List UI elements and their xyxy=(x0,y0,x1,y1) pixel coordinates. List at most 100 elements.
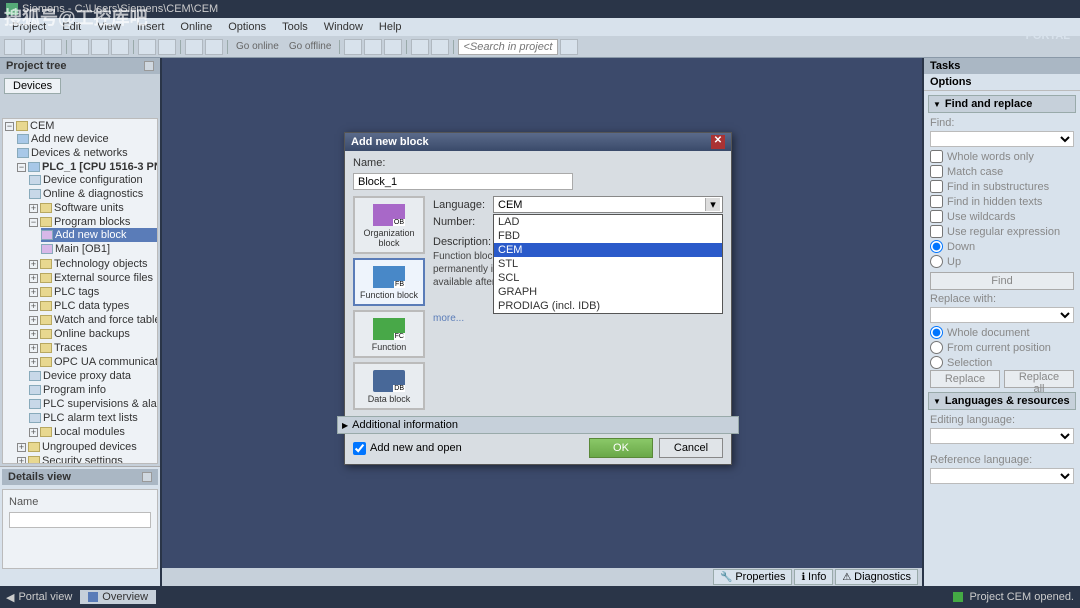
tb-redo-icon[interactable] xyxy=(158,39,176,55)
type-fb[interactable]: Function block xyxy=(353,258,425,306)
tb-cut-icon[interactable] xyxy=(71,39,89,55)
radio-selection[interactable] xyxy=(930,356,943,369)
tree-tech-obj[interactable]: +Technology objects xyxy=(29,257,157,271)
dd-prodiag[interactable]: PRODIAG (incl. IDB) xyxy=(494,299,722,313)
tb-go-offline[interactable]: Go offline xyxy=(285,41,336,52)
tb-undo-icon[interactable] xyxy=(138,39,156,55)
menu-project[interactable]: Project xyxy=(4,21,54,33)
project-search-input[interactable] xyxy=(458,39,558,55)
type-db[interactable]: Data block xyxy=(353,362,425,410)
tree-online-diag[interactable]: Online & diagnostics xyxy=(29,187,157,201)
tree-devnet[interactable]: Devices & networks xyxy=(17,146,157,160)
dv-collapse-icon[interactable] xyxy=(142,472,152,482)
overview-tab[interactable]: Overview xyxy=(80,590,156,604)
tb-btn-d-icon[interactable] xyxy=(411,39,429,55)
tb-paste-icon[interactable] xyxy=(111,39,129,55)
chk-match-case[interactable] xyxy=(930,165,943,178)
language-select[interactable]: CEM LAD FBD CEM STL SCL GRAPH PRODIAG (i… xyxy=(493,196,723,213)
tree-plc-tags[interactable]: +PLC tags xyxy=(29,285,157,299)
close-icon[interactable]: ✕ xyxy=(711,135,725,149)
tb-btn-c-icon[interactable] xyxy=(384,39,402,55)
radio-from-cur[interactable] xyxy=(930,341,943,354)
menu-options[interactable]: Options xyxy=(220,21,274,33)
tab-properties[interactable]: 🔧 Properties xyxy=(713,569,792,585)
tree-ungrouped[interactable]: +Ungrouped devices xyxy=(17,440,157,454)
tb-btn-e-icon[interactable] xyxy=(431,39,449,55)
tree-main[interactable]: Main [OB1] xyxy=(41,242,157,256)
tb-btn-b-icon[interactable] xyxy=(364,39,382,55)
menu-help[interactable]: Help xyxy=(371,21,410,33)
menu-online[interactable]: Online xyxy=(172,21,220,33)
tree-root[interactable]: −CEM Add new device Devices & networks −… xyxy=(5,119,157,464)
radio-down[interactable] xyxy=(930,240,943,253)
tb-search-icon[interactable] xyxy=(560,39,578,55)
tb-upload-icon[interactable] xyxy=(205,39,223,55)
dd-scl[interactable]: SCL xyxy=(494,271,722,285)
tree-security[interactable]: +Security settings xyxy=(17,454,157,464)
tree-proxy[interactable]: Device proxy data xyxy=(29,369,157,383)
find-button[interactable]: Find xyxy=(930,272,1074,290)
dd-lad[interactable]: LAD xyxy=(494,215,722,229)
chk-add-open[interactable] xyxy=(353,442,366,455)
tab-diagnostics[interactable]: ⚠ Diagnostics xyxy=(835,569,918,585)
tree-traces[interactable]: +Traces xyxy=(29,341,157,355)
tree-add-block[interactable]: Add new block xyxy=(41,228,157,242)
devices-tab[interactable]: Devices xyxy=(4,78,61,94)
tb-open-icon[interactable] xyxy=(24,39,42,55)
find-replace-title[interactable]: Find and replace xyxy=(928,95,1076,113)
tree-plc-dt[interactable]: +PLC data types xyxy=(29,299,157,313)
tb-copy-icon[interactable] xyxy=(91,39,109,55)
type-fc[interactable]: Function xyxy=(353,310,425,358)
more-link[interactable]: more... xyxy=(433,313,723,324)
block-name-input[interactable] xyxy=(353,173,573,190)
chk-find-sub[interactable] xyxy=(930,180,943,193)
dd-cem[interactable]: CEM xyxy=(494,243,722,257)
dd-fbd[interactable]: FBD xyxy=(494,229,722,243)
tree-prog-blocks[interactable]: −Program blocks Add new block Main [OB1] xyxy=(29,215,157,257)
menu-window[interactable]: Window xyxy=(316,21,371,33)
radio-up[interactable] xyxy=(930,255,943,268)
tree-plc[interactable]: −PLC_1 [CPU 1516-3 PN/DP] Device configu… xyxy=(17,160,157,440)
tree-superv[interactable]: PLC supervisions & alarms xyxy=(29,397,157,411)
menu-tools[interactable]: Tools xyxy=(274,21,316,33)
chk-regex[interactable] xyxy=(930,225,943,238)
tree-tb2-icon[interactable] xyxy=(142,100,156,114)
dd-graph[interactable]: GRAPH xyxy=(494,285,722,299)
tree-add-device[interactable]: Add new device xyxy=(17,132,157,146)
tree-dev-cfg[interactable]: Device configuration xyxy=(29,173,157,187)
replace-input[interactable] xyxy=(930,307,1074,323)
replace-all-button[interactable]: Replace all xyxy=(1004,370,1074,388)
chk-find-hidden[interactable] xyxy=(930,195,943,208)
tree-ext-src[interactable]: +External source files xyxy=(29,271,157,285)
menu-view[interactable]: View xyxy=(89,21,129,33)
find-input[interactable] xyxy=(930,131,1074,147)
portal-view-button[interactable]: ◀Portal view xyxy=(6,591,72,604)
tb-btn-a-icon[interactable] xyxy=(344,39,362,55)
cancel-button[interactable]: Cancel xyxy=(659,438,723,458)
type-ob[interactable]: Organization block xyxy=(353,196,425,254)
radio-whole-doc[interactable] xyxy=(930,326,943,339)
additional-info-header[interactable]: Additional information xyxy=(337,416,739,434)
tree-sw-units[interactable]: +Software units xyxy=(29,201,157,215)
tab-info[interactable]: ℹ Info xyxy=(794,569,833,585)
lang-res-title[interactable]: Languages & resources xyxy=(928,392,1076,410)
collapse-icon[interactable] xyxy=(144,61,154,71)
chk-wildcards[interactable] xyxy=(930,210,943,223)
edit-lang-select[interactable] xyxy=(930,428,1074,444)
menu-insert[interactable]: Insert xyxy=(129,21,173,33)
tree-alarm-tl[interactable]: PLC alarm text lists xyxy=(29,411,157,425)
tree-opc[interactable]: +OPC UA communication xyxy=(29,355,157,369)
tree-backups[interactable]: +Online backups xyxy=(29,327,157,341)
tb-download-icon[interactable] xyxy=(185,39,203,55)
dd-stl[interactable]: STL xyxy=(494,257,722,271)
tree-tb1-icon[interactable] xyxy=(124,100,138,114)
chk-whole-words[interactable] xyxy=(930,150,943,163)
menu-edit[interactable]: Edit xyxy=(54,21,89,33)
tree-prog-info[interactable]: Program info xyxy=(29,383,157,397)
tree-watch[interactable]: +Watch and force tables xyxy=(29,313,157,327)
tb-new-icon[interactable] xyxy=(4,39,22,55)
ok-button[interactable]: OK xyxy=(589,438,653,458)
ref-lang-select[interactable] xyxy=(930,468,1074,484)
dialog-titlebar[interactable]: Add new block ✕ xyxy=(345,133,731,151)
replace-button[interactable]: Replace xyxy=(930,370,1000,388)
